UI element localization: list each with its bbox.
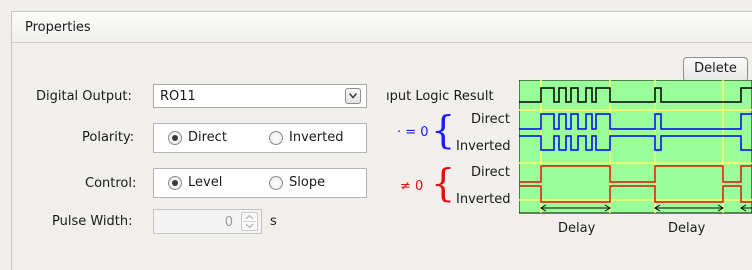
pulse-width-value: 0 [224, 215, 233, 230]
eq-zero-label: · = 0 [397, 125, 429, 140]
polarity-inverted-radio[interactable] [269, 131, 283, 145]
panel-title: Properties [25, 20, 91, 35]
timing-diagram [519, 80, 752, 214]
pulse-width-stepper[interactable]: 0 [153, 209, 262, 234]
delay-label-2: Delay [668, 221, 706, 236]
delete-button[interactable]: Delete [683, 57, 748, 82]
polarity-direct-radio[interactable] [168, 131, 182, 145]
control-level-label[interactable]: Level [188, 175, 222, 190]
control-group: Level Slope [153, 168, 367, 198]
polarity-label: Polarity: [82, 130, 135, 145]
input-logic-label: ıput Logic Result [386, 89, 494, 104]
control-slope-label[interactable]: Slope [289, 175, 325, 190]
neq-zero-label: ≠ 0 [400, 179, 424, 194]
control-slope-radio[interactable] [269, 176, 283, 190]
digital-output-label: Digital Output: [36, 89, 132, 104]
polarity-group: Direct Inverted [153, 123, 367, 153]
inverted-label-1: Inverted [456, 139, 511, 154]
delay-label-1: Delay [558, 221, 596, 236]
control-label: Control: [85, 176, 137, 191]
digital-output-value: RO11 [160, 89, 196, 104]
stepper-arrows-icon[interactable] [241, 212, 258, 231]
inverted-label-2: Inverted [456, 192, 511, 207]
polarity-direct-label[interactable]: Direct [188, 130, 227, 145]
direct-label-1: Direct [471, 112, 510, 127]
digital-output-select[interactable]: RO11 [153, 84, 367, 108]
red-brace: { [431, 161, 456, 205]
blue-brace: { [431, 108, 456, 152]
pulse-width-label: Pulse Width: [52, 214, 133, 229]
control-level-radio[interactable] [168, 176, 182, 190]
properties-panel: Properties Digital Output: RO11 Polarity… [0, 0, 752, 270]
direct-label-2: Direct [471, 165, 510, 180]
pulse-width-unit: s [270, 214, 277, 229]
chevron-down-icon[interactable] [345, 88, 361, 104]
panel-header: Properties [11, 11, 752, 43]
polarity-inverted-label[interactable]: Inverted [289, 130, 343, 145]
